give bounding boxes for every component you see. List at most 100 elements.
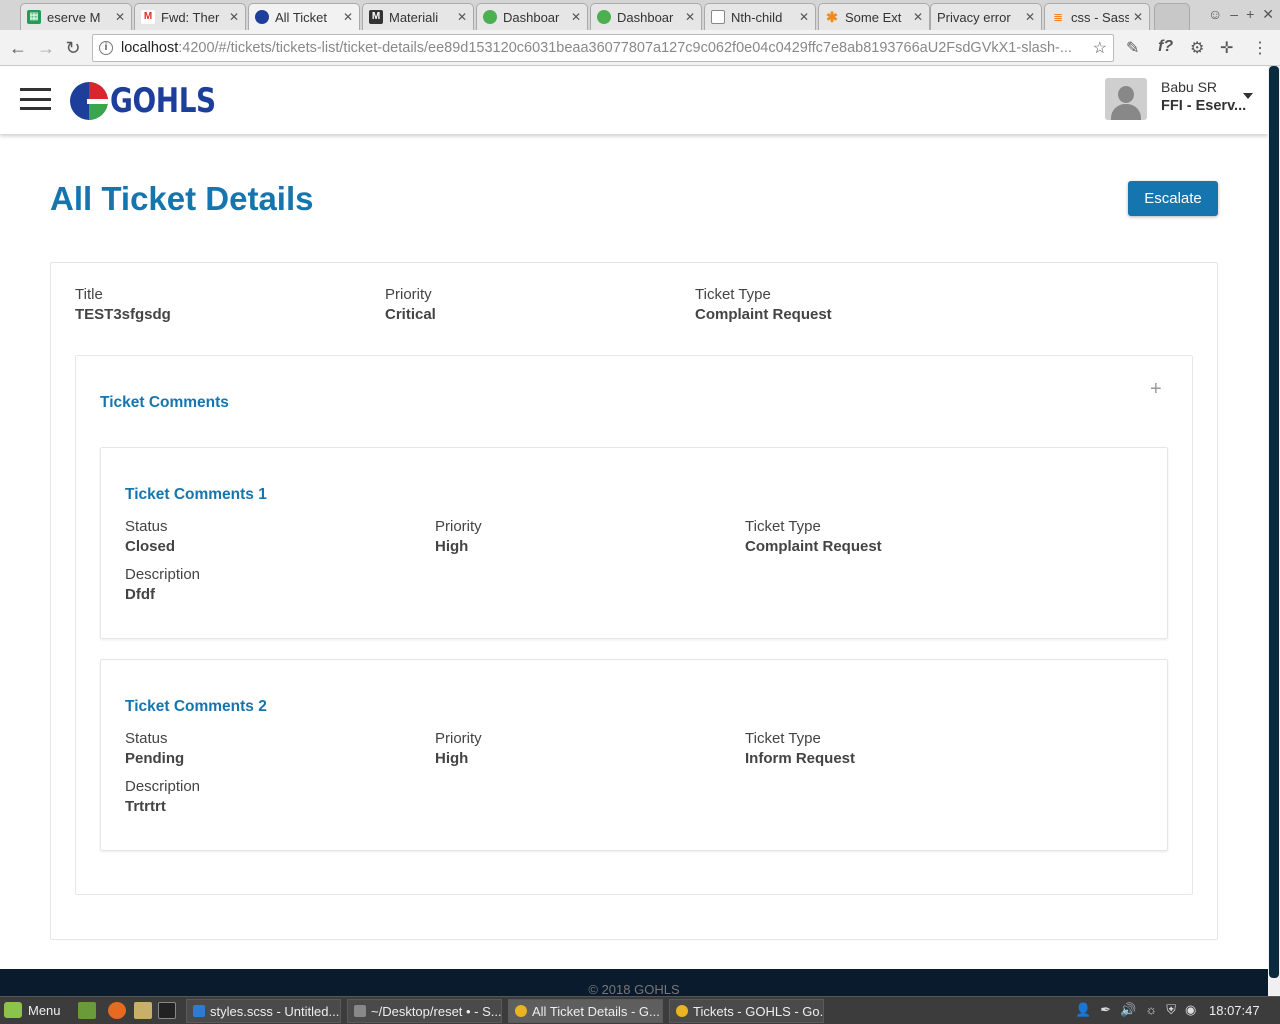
network-icon[interactable]: ◉ <box>1185 1002 1196 1018</box>
system-tray: 👤 ✒ 🔊 ☼ ⛨ ◉ <box>1075 1002 1196 1018</box>
comment-title: Ticket Comments 2 <box>125 698 267 715</box>
taskbar-window[interactable]: styles.scss - Untitled... <box>186 999 341 1023</box>
dimensions-icon[interactable]: ✛ <box>1220 38 1233 58</box>
add-comment-icon[interactable]: + <box>1150 378 1162 401</box>
clock[interactable]: 18:07:47 <box>1209 1003 1260 1018</box>
forward-icon[interactable]: → <box>36 38 56 58</box>
browser-tab[interactable]: M Fwd: Ther ✕ <box>134 3 246 30</box>
close-icon[interactable]: ✕ <box>571 10 581 24</box>
close-icon[interactable]: ✕ <box>685 10 695 24</box>
bookmark-star-icon[interactable]: ☆ <box>1093 38 1107 58</box>
field-label: Ticket Type <box>695 286 771 303</box>
close-icon[interactable]: ✕ <box>457 10 467 24</box>
scrollbar-thumb[interactable] <box>1269 66 1279 978</box>
tab-label: All Ticket <box>275 9 328 25</box>
tab-label: eserve M <box>47 9 101 25</box>
pen-icon[interactable]: ✒ <box>1100 1002 1111 1018</box>
materialize-icon: M <box>369 10 383 24</box>
gear-icon[interactable]: ⚙ <box>1190 38 1204 58</box>
taskbar-window[interactable]: ~/Desktop/reset • - S... <box>347 999 502 1023</box>
maximize-icon[interactable]: + <box>1246 6 1254 23</box>
gohls-icon <box>255 10 269 24</box>
sheets-icon: ▦ <box>27 10 41 24</box>
show-desktop-icon[interactable] <box>78 1002 96 1019</box>
dashboard-icon <box>483 10 497 24</box>
field-value: Critical <box>385 306 436 323</box>
close-icon[interactable]: ✕ <box>343 10 353 24</box>
browser-tab-active[interactable]: All Ticket ✕ <box>248 3 360 30</box>
browser-tab[interactable]: M Materiali ✕ <box>362 3 474 30</box>
new-tab-button[interactable] <box>1154 3 1190 30</box>
escalate-button[interactable]: Escalate <box>1128 181 1218 216</box>
taskbar-window-active[interactable]: All Ticket Details - G... <box>508 999 663 1023</box>
comment-card <box>100 447 1168 639</box>
browser-tab[interactable]: Nth-child ✕ <box>704 3 816 30</box>
terminal-icon[interactable] <box>158 1002 176 1019</box>
logo[interactable]: GOHLS <box>70 81 239 121</box>
chevron-down-icon[interactable] <box>1243 93 1253 99</box>
field-value: High <box>435 750 469 767</box>
field-label: Status <box>125 730 168 747</box>
menu-label: Menu <box>28 1002 61 1018</box>
user-org[interactable]: FFI - Eserv... <box>1161 98 1246 114</box>
menu-dots-icon[interactable]: ⋮ <box>1252 38 1268 58</box>
firefox-icon[interactable] <box>108 1002 126 1019</box>
browser-tab[interactable]: Dashboar ✕ <box>476 3 588 30</box>
browser-tab[interactable]: Privacy error ✕ <box>930 3 1042 30</box>
info-icon[interactable]: i <box>99 41 113 55</box>
window-label: Tickets - GOHLS - Go... <box>693 1003 824 1019</box>
comment-status-field: Status Pending <box>125 730 184 767</box>
taskbar-window[interactable]: Tickets - GOHLS - Go... <box>669 999 824 1023</box>
folder-icon[interactable] <box>134 1002 152 1019</box>
minimize-icon[interactable]: – <box>1230 6 1238 23</box>
browser-tab-strip: ▦ eserve M ✕ M Fwd: Ther ✕ All Ticket ✕ … <box>0 0 1280 30</box>
close-window-icon[interactable]: ✕ <box>1262 6 1274 23</box>
eyedropper-icon[interactable]: ✎ <box>1126 38 1139 58</box>
ticket-title-field: Title TEST3sfgsdg <box>75 286 171 323</box>
comment-priority-field: Priority High <box>435 730 482 767</box>
browser-tab[interactable]: Dashboar ✕ <box>590 3 702 30</box>
tab-label: Dashboar <box>617 9 674 25</box>
chrome-icon <box>515 1005 527 1017</box>
field-label: Description <box>125 778 201 795</box>
page-scrollbar[interactable] <box>1268 66 1280 996</box>
browser-tab[interactable]: ✱ Some Ext ✕ <box>818 3 930 30</box>
mint-logo-icon <box>4 1002 22 1018</box>
comment-description-field: Description Trtrtrt <box>125 778 200 815</box>
browser-tab[interactable]: ≣ css - Sass ✕ <box>1044 3 1150 30</box>
comment-card <box>100 659 1168 851</box>
gmail-icon: M <box>141 10 155 24</box>
profile-icon[interactable]: ☺ <box>1208 6 1222 23</box>
field-label: Priority <box>435 730 482 747</box>
dashboard-icon <box>597 10 611 24</box>
window-controls: ☺ – + ✕ <box>1208 6 1274 23</box>
field-label: Description <box>125 566 201 583</box>
volume-icon[interactable]: 🔊 <box>1120 1002 1136 1018</box>
ticket-priority-field: Priority Critical <box>385 286 436 323</box>
browser-tab[interactable]: ▦ eserve M ✕ <box>20 3 132 30</box>
close-icon[interactable]: ✕ <box>799 10 809 24</box>
field-value: Closed <box>125 538 176 555</box>
font-finder-icon[interactable]: f? <box>1158 38 1173 56</box>
shield-icon[interactable]: ⛨ <box>1166 1002 1176 1018</box>
close-icon[interactable]: ✕ <box>1133 10 1143 24</box>
close-icon[interactable]: ✕ <box>229 10 239 24</box>
field-value: Trtrtrt <box>125 798 166 815</box>
close-icon[interactable]: ✕ <box>913 10 923 24</box>
avatar[interactable] <box>1105 78 1147 120</box>
reload-icon[interactable]: ↻ <box>63 38 83 58</box>
user-icon[interactable]: 👤 <box>1075 1002 1091 1018</box>
field-value: TEST3sfgsdg <box>75 306 171 323</box>
hamburger-menu-icon[interactable] <box>20 88 51 110</box>
window-label: All Ticket Details - G... <box>532 1003 660 1019</box>
close-icon[interactable]: ✕ <box>115 10 125 24</box>
tab-label: Privacy error <box>937 9 1011 25</box>
user-name[interactable]: Babu SR <box>1161 79 1217 95</box>
start-menu-button[interactable]: Menu <box>4 1002 61 1018</box>
address-bar[interactable]: i localhost:4200/#/tickets/tickets-list/… <box>92 34 1114 62</box>
brightness-icon[interactable]: ☼ <box>1145 1002 1157 1018</box>
back-icon[interactable]: ← <box>8 38 28 58</box>
close-icon[interactable]: ✕ <box>1025 10 1035 24</box>
comment-priority-field: Priority High <box>435 518 482 555</box>
field-value: Inform Request <box>745 750 856 767</box>
